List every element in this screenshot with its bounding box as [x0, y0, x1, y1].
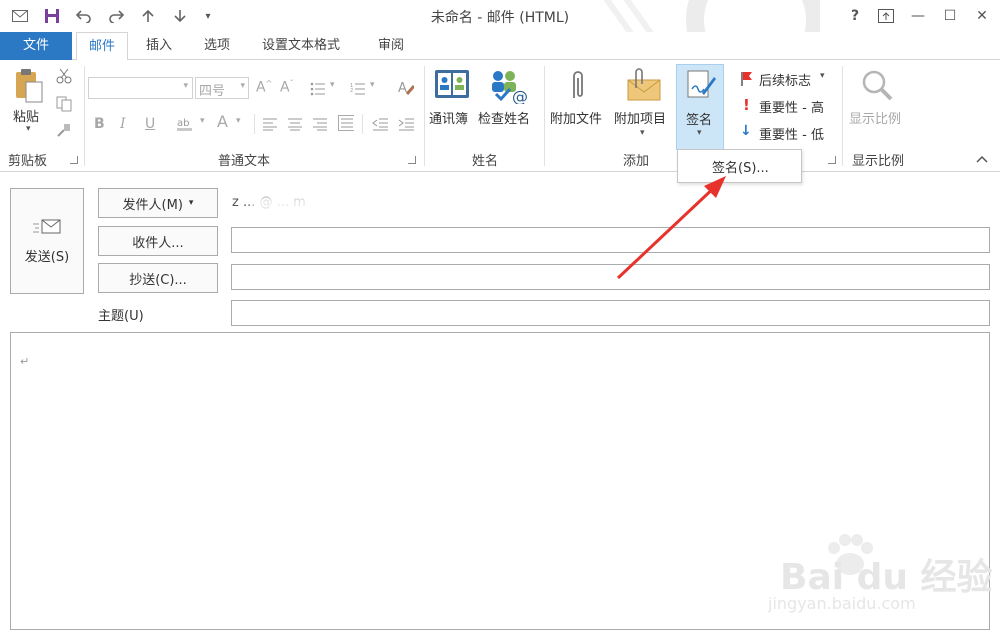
- collapse-ribbon-icon[interactable]: [976, 152, 988, 166]
- paste-button[interactable]: 粘贴 ▾: [10, 68, 48, 142]
- highlight-color-icon[interactable]: ab: [176, 116, 192, 132]
- high-importance-button[interactable]: ! 重要性 - 高: [738, 96, 838, 116]
- svg-text:2: 2: [350, 88, 353, 94]
- send-button[interactable]: 发送(S): [10, 188, 84, 294]
- italic-button[interactable]: I: [120, 116, 126, 132]
- redaction-blur: [252, 196, 422, 212]
- svg-text:ab: ab: [177, 118, 189, 129]
- bold-button[interactable]: B: [94, 116, 105, 132]
- magnifier-icon: [862, 70, 893, 101]
- group-separator: [424, 66, 425, 166]
- clipboard-group-label: 剪贴板: [8, 154, 48, 169]
- attach-file-button[interactable]: 附加文件: [548, 66, 610, 136]
- svg-text:A: A: [398, 81, 407, 96]
- align-left-icon[interactable]: [262, 116, 278, 132]
- attach-item-button[interactable]: 附加项目 ▾: [612, 66, 674, 150]
- divider: [362, 114, 363, 134]
- check-names-icon: @: [492, 71, 528, 104]
- minimize-button[interactable]: —: [906, 4, 930, 28]
- format-painter-icon[interactable]: [56, 122, 72, 138]
- chevron-down-icon: ▾: [200, 116, 205, 126]
- subject-label: 主题(U): [98, 309, 144, 324]
- underline-button[interactable]: U: [145, 116, 155, 132]
- follow-up-button[interactable]: 后续标志 ▾: [738, 69, 838, 89]
- attach-item-icon: [627, 68, 661, 101]
- exclamation-icon: !: [743, 96, 750, 114]
- chevron-down-icon: ▾: [183, 81, 188, 91]
- chevron-down-icon: ▾: [370, 80, 375, 90]
- chevron-down-icon: ▾: [640, 128, 645, 138]
- title-bar: ▾ 未命名 - 邮件 (HTML) ? — ☐ ✕: [0, 0, 1000, 32]
- basic-text-launcher-icon[interactable]: [408, 156, 416, 164]
- clipboard-launcher-icon[interactable]: [70, 156, 78, 164]
- grow-font-icon[interactable]: A^: [256, 79, 272, 96]
- maximize-button[interactable]: ☐: [938, 4, 962, 28]
- chevron-down-icon: ▾: [697, 128, 702, 138]
- tab-insert[interactable]: 插入: [134, 32, 184, 60]
- svg-text:@: @: [512, 87, 528, 104]
- paperclip-icon: [573, 71, 583, 98]
- low-importance-button[interactable]: ↓ 重要性 - 低: [738, 123, 838, 143]
- tab-format-text[interactable]: 设置文本格式: [250, 32, 352, 60]
- watermark-url: jingyan.baidu.com: [768, 594, 916, 613]
- numbering-icon[interactable]: 12: [350, 81, 366, 97]
- chevron-down-icon: ▾: [188, 198, 194, 208]
- shrink-font-icon[interactable]: Aˇ: [280, 79, 294, 96]
- chevron-down-icon: ▾: [820, 71, 825, 81]
- tab-review[interactable]: 审阅: [366, 32, 416, 60]
- chevron-down-icon: ▾: [26, 124, 31, 134]
- chevron-down-icon: ▾: [330, 80, 335, 90]
- font-size-select[interactable]: 四号 ▾: [195, 77, 249, 99]
- names-group-label: 姓名: [471, 154, 498, 169]
- cut-icon[interactable]: [56, 68, 72, 84]
- address-book-icon: [435, 70, 469, 98]
- watermark-text: Bai du 经验: [780, 557, 993, 598]
- close-button[interactable]: ✕: [970, 4, 994, 28]
- subject-field[interactable]: [231, 300, 990, 326]
- from-address: z ... @ ... m: [232, 195, 432, 213]
- increase-indent-icon[interactable]: [398, 116, 414, 132]
- check-names-button[interactable]: @ 检查姓名: [478, 66, 540, 136]
- basic-text-group-label: 普通文本: [217, 154, 270, 169]
- copy-icon[interactable]: [56, 96, 72, 112]
- clear-formatting-icon[interactable]: A: [398, 80, 414, 96]
- align-right-icon[interactable]: [312, 116, 328, 132]
- paragraph-mark: ↵: [20, 355, 30, 368]
- paste-icon: [16, 69, 43, 103]
- address-book-button[interactable]: 通讯簿: [428, 66, 476, 136]
- down-arrow-icon: ↓: [740, 123, 752, 139]
- send-envelope-icon: [33, 219, 61, 233]
- to-button[interactable]: 收件人...: [98, 226, 218, 256]
- zoom-group-label: 显示比例: [851, 154, 904, 169]
- from-button[interactable]: 发件人(M) ▾: [98, 188, 218, 218]
- group-separator: [84, 66, 85, 166]
- tab-options[interactable]: 选项: [192, 32, 242, 60]
- flag-icon: [741, 72, 752, 86]
- font-name-select[interactable]: ▾: [88, 77, 193, 99]
- group-separator: [842, 66, 843, 166]
- include-group-label: 添加: [622, 154, 649, 169]
- tags-launcher-icon[interactable]: [828, 156, 836, 164]
- chevron-down-icon: ▾: [236, 116, 241, 126]
- zoom-button[interactable]: 显示比例: [846, 66, 910, 136]
- help-button[interactable]: ?: [843, 4, 867, 28]
- signature-icon: [687, 70, 716, 98]
- chevron-down-icon: ▾: [240, 81, 245, 91]
- red-arrow-annotation: [616, 176, 726, 280]
- divider: [254, 114, 255, 134]
- signature-button[interactable]: 签名 ▾: [676, 64, 724, 150]
- ribbon-display-options-button[interactable]: [874, 4, 898, 28]
- ribbon-tab-bar: 文件 邮件 插入 选项 设置文本格式 审阅: [0, 32, 1000, 61]
- tab-file[interactable]: 文件: [0, 32, 72, 60]
- align-center-icon[interactable]: [287, 116, 303, 132]
- justify-icon[interactable]: [338, 115, 354, 131]
- group-separator: [544, 66, 545, 166]
- ribbon: 粘贴 ▾ 剪贴板 ▾ 四号 ▾ A^ Aˇ ▾ 12 ▾ A B I U ab …: [0, 60, 1000, 172]
- tab-message[interactable]: 邮件: [76, 32, 129, 61]
- bullets-icon[interactable]: [310, 81, 326, 97]
- cc-button[interactable]: 抄送(C)...: [98, 263, 218, 293]
- decrease-indent-icon[interactable]: [372, 116, 388, 132]
- font-color-icon[interactable]: A: [217, 112, 228, 131]
